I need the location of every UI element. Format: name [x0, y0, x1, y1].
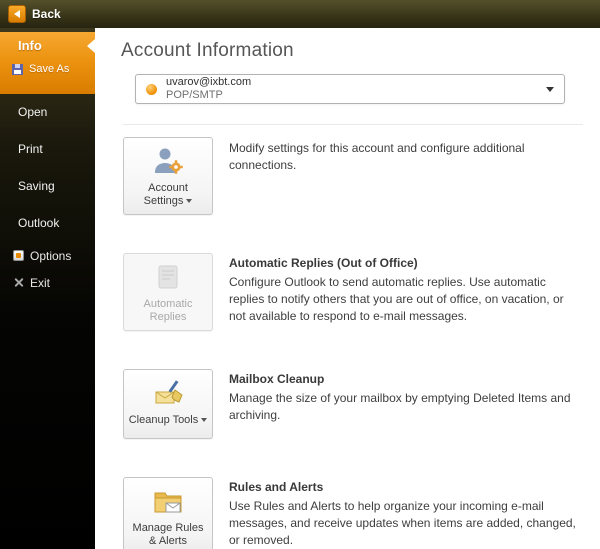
cleanup-tools-button-label: Cleanup Tools	[129, 414, 208, 427]
sidebar-item-options-label: Options	[30, 248, 72, 263]
active-tab-notch	[87, 39, 95, 53]
sidebar-item-exit-label: Exit	[30, 275, 51, 290]
section-account-settings: Account Settings Modify settings for thi…	[121, 137, 600, 215]
section-mailbox-cleanup: Cleanup Tools Mailbox Cleanup Manage the…	[121, 369, 600, 439]
mailbox-cleanup-text: Mailbox Cleanup Manage the size of your …	[229, 369, 579, 424]
cleanup-tools-button[interactable]: Cleanup Tools	[123, 369, 213, 439]
backstage-sidebar: Info Save As Open Print Saving Outlook O…	[0, 28, 95, 549]
manage-rules-alerts-button-label: Manage Rules & Alerts	[132, 522, 204, 547]
automatic-replies-icon	[158, 265, 178, 289]
sidebar-active-group: Info Save As	[0, 32, 95, 94]
account-information-panel: Account Information uvarov@ixbt.com POP/…	[95, 28, 600, 549]
automatic-replies-text: Automatic Replies (Out of Office) Config…	[229, 253, 579, 324]
outlook-backstage-view: Back Info Save As Open Print Saving Outl…	[0, 0, 600, 549]
section-automatic-replies: Automatic Replies Automatic Replies (Out…	[121, 253, 600, 331]
mailbox-cleanup-description: Manage the size of your mailbox by empty…	[229, 391, 571, 422]
back-arrow-icon	[8, 5, 26, 23]
rules-alerts-description: Use Rules and Alerts to help organize yo…	[229, 499, 576, 547]
account-selector-dropdown[interactable]: uvarov@ixbt.com POP/SMTP	[135, 74, 565, 104]
sidebar-item-print[interactable]: Print	[0, 131, 95, 168]
sidebar-item-save-as[interactable]: Save As	[0, 56, 95, 75]
options-gear-icon	[13, 250, 24, 261]
account-settings-text: Modify settings for this account and con…	[229, 137, 579, 174]
account-settings-description: Modify settings for this account and con…	[229, 141, 525, 172]
rules-alerts-text: Rules and Alerts Use Rules and Alerts to…	[229, 477, 579, 548]
dropdown-caret-icon	[186, 199, 193, 204]
account-summary: uvarov@ixbt.com POP/SMTP	[166, 76, 251, 102]
exit-cross-icon	[13, 277, 24, 288]
cleanup-tools-icon	[155, 380, 183, 404]
account-dropdown-arrow-icon[interactable]	[546, 86, 554, 92]
back-button[interactable]: Back	[8, 5, 61, 23]
rules-alerts-icon	[154, 492, 182, 513]
back-label: Back	[32, 7, 61, 21]
account-settings-button-label: Account Settings	[128, 182, 208, 208]
sidebar-item-info-label: Info	[18, 38, 42, 53]
floppy-disk-icon	[12, 63, 23, 75]
sidebar-item-options[interactable]: Options	[0, 242, 95, 269]
automatic-replies-button-label: Automatic Replies	[143, 298, 193, 323]
automatic-replies-heading: Automatic Replies (Out of Office)	[229, 256, 418, 270]
section-rules-and-alerts: Manage Rules & Alerts Rules and Alerts U…	[121, 477, 600, 549]
dropdown-caret-icon	[201, 418, 208, 423]
sidebar-item-open[interactable]: Open	[0, 94, 95, 131]
sidebar-item-saving[interactable]: Saving	[0, 168, 95, 205]
page-title: Account Information	[121, 40, 294, 61]
rules-alerts-heading: Rules and Alerts	[229, 480, 324, 494]
account-email: uvarov@ixbt.com	[166, 76, 252, 88]
top-bar: Back	[0, 0, 600, 28]
manage-rules-alerts-button[interactable]: Manage Rules & Alerts	[123, 477, 213, 549]
sidebar-nav: Open Print Saving Outlook Options Exit	[0, 94, 95, 296]
account-settings-icon	[155, 148, 183, 174]
account-protocol: POP/SMTP	[166, 89, 223, 101]
info-sections: Account Settings Modify settings for thi…	[121, 137, 600, 549]
account-settings-button[interactable]: Account Settings	[123, 137, 213, 215]
sidebar-item-save-as-label: Save As	[29, 63, 70, 75]
sidebar-item-info[interactable]: Info	[0, 32, 95, 56]
sidebar-item-outlook[interactable]: Outlook	[0, 205, 95, 242]
automatic-replies-button[interactable]: Automatic Replies	[123, 253, 213, 331]
section-divider	[123, 124, 583, 125]
account-dot-icon	[146, 83, 157, 95]
sidebar-item-exit[interactable]: Exit	[0, 269, 95, 296]
automatic-replies-description: Configure Outlook to send automatic repl…	[229, 275, 564, 323]
mailbox-cleanup-heading: Mailbox Cleanup	[229, 372, 325, 386]
